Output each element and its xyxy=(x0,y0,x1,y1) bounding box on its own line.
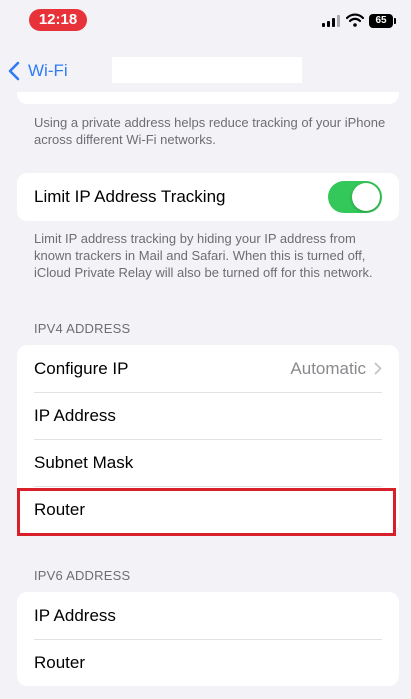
ipv4-section-header: IPV4 ADDRESS xyxy=(34,321,131,336)
signal-icon xyxy=(322,15,340,27)
configure-ip-label: Configure IP xyxy=(34,358,129,378)
ipv4-router-label: Router xyxy=(34,499,86,519)
ipv4-router-row: Router xyxy=(17,486,399,533)
limit-tracking-card: Limit IP Address Tracking xyxy=(17,173,399,221)
network-name-redacted xyxy=(112,57,302,83)
configure-ip-row[interactable]: Configure IP Automatic xyxy=(17,345,399,392)
ipv6-router-label: Router xyxy=(34,652,86,672)
toggle-knob xyxy=(352,183,380,211)
back-button[interactable]: Wi-Fi xyxy=(8,56,68,86)
navigation-bar: Wi-Fi xyxy=(0,50,411,94)
ipv6-section-header: IPV6 ADDRESS xyxy=(34,568,131,583)
limit-tracking-footnote: Limit IP address tracking by hiding your… xyxy=(34,231,373,280)
ipv6-ip-address-row: IP Address xyxy=(17,592,399,639)
limit-tracking-row: Limit IP Address Tracking xyxy=(17,173,399,221)
private-address-footnote: Using a private address helps reduce tra… xyxy=(34,115,386,147)
ipv6-card: IP Address Router xyxy=(17,592,399,686)
limit-tracking-toggle[interactable] xyxy=(328,181,382,213)
previous-settings-card xyxy=(17,92,399,104)
limit-tracking-label: Limit IP Address Tracking xyxy=(34,187,226,206)
status-bar: 12:18 65 xyxy=(0,0,411,44)
ipv4-ip-address-row: IP Address xyxy=(17,392,399,439)
ipv4-subnet-mask-row: Subnet Mask xyxy=(17,439,399,486)
back-chevron-icon xyxy=(8,61,20,81)
status-time: 12:18 xyxy=(29,9,87,31)
ipv4-subnet-mask-label: Subnet Mask xyxy=(34,452,134,472)
ipv6-router-row: Router xyxy=(17,639,399,686)
chevron-right-icon xyxy=(374,362,382,375)
back-label: Wi-Fi xyxy=(28,61,68,80)
battery-icon: 65 xyxy=(369,14,396,28)
configure-ip-value: Automatic xyxy=(290,358,366,378)
ipv4-ip-address-label: IP Address xyxy=(34,405,116,425)
ipv6-ip-address-label: IP Address xyxy=(34,605,116,625)
wifi-icon xyxy=(346,13,364,27)
ipv4-card: Configure IP Automatic IP Address Subnet… xyxy=(17,345,399,533)
